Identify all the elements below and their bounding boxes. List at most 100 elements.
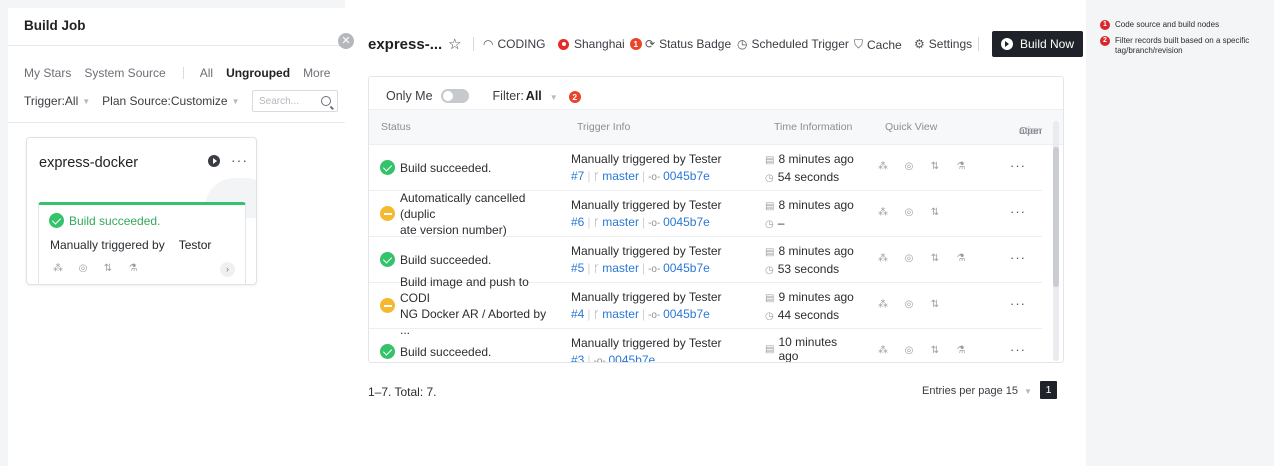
- artifact-icon[interactable]: ◎: [903, 161, 915, 173]
- search-input[interactable]: Search...: [252, 90, 338, 112]
- build-number-link[interactable]: #7: [571, 169, 584, 183]
- more-icon[interactable]: ···: [1010, 158, 1026, 173]
- row-refs: #5 | ᚴ master | -o- 0045b7e: [571, 261, 710, 275]
- artifact-icon[interactable]: ◎: [903, 345, 915, 357]
- merge-icon[interactable]: ⇅: [929, 253, 941, 265]
- merge-icon[interactable]: ⇅: [929, 207, 941, 219]
- cache-button[interactable]: ⛉ Cache: [854, 37, 902, 52]
- job-detail: express-... ☆ ◠ CODING Shanghai 1 ⟳ Status …: [345, 0, 1086, 466]
- status-badge-button[interactable]: ⟳ Status Badge: [645, 37, 731, 51]
- trigger-filter-label: Trigger:: [24, 94, 65, 108]
- source-link[interactable]: ◠ CODING: [483, 37, 545, 51]
- row-trigger: Manually triggered by Tester #3 | -o- 0045b…: [571, 335, 722, 362]
- star-icon[interactable]: ☆: [448, 35, 461, 53]
- filter-select[interactable]: Filter: All ▼ 2: [493, 89, 581, 103]
- merge-icon[interactable]: ⇅: [929, 299, 941, 311]
- pipeline-icon[interactable]: ⁂: [52, 263, 64, 275]
- row-duration: 53 seconds: [777, 262, 840, 276]
- trigger-filter-select[interactable]: All: [65, 94, 78, 108]
- branch-link[interactable]: master: [602, 261, 639, 275]
- table-row[interactable]: Build succeeded. Manually triggered by T…: [369, 145, 1042, 191]
- merge-icon[interactable]: ⇅: [929, 345, 941, 357]
- branch-link[interactable]: master: [602, 307, 639, 321]
- success-icon: [380, 344, 395, 359]
- row-status: Build image and push to CODI NG Docker AR…: [380, 275, 550, 337]
- job-header: express-... ☆ ◠ CODING Shanghai 1 ⟳ Status …: [345, 0, 1086, 88]
- last-build-summary[interactable]: Build succeeded. Manually triggered by Te…: [38, 202, 246, 284]
- row-status: Build succeeded.: [380, 329, 550, 362]
- tab-ungrouped[interactable]: Ungrouped: [226, 66, 290, 80]
- test-icon[interactable]: ⚗: [127, 263, 139, 275]
- scheduled-trigger-button[interactable]: ◷ Scheduled Trigger: [737, 37, 849, 51]
- branch-link[interactable]: master: [602, 169, 639, 183]
- artifact-icon[interactable]: ◎: [903, 299, 915, 311]
- more-icon[interactable]: ···: [1010, 342, 1026, 357]
- chevron-right-icon[interactable]: ›: [220, 262, 235, 277]
- clock-icon: ◷: [737, 37, 748, 51]
- branch-link[interactable]: master: [602, 215, 639, 229]
- row-status-text: Build succeeded.: [400, 160, 492, 175]
- row-status-text: Automatically cancelled (duplic ate versi…: [400, 190, 550, 238]
- test-icon[interactable]: ⚗: [955, 253, 967, 265]
- calendar-icon: ▤: [765, 293, 775, 304]
- commit-link[interactable]: 0045b7e: [663, 215, 710, 229]
- pipeline-icon[interactable]: ⁂: [877, 161, 889, 173]
- more-icon[interactable]: ···: [1010, 250, 1026, 265]
- artifact-icon[interactable]: ◎: [903, 253, 915, 265]
- row-refs: #7 | ᚴ master | -o- 0045b7e: [571, 169, 710, 183]
- tab-my-stars[interactable]: My Stars: [24, 66, 71, 80]
- clock-icon: ◷: [765, 265, 774, 276]
- artifact-icon[interactable]: ◎: [77, 263, 89, 275]
- job-filters: Trigger: All ▼ Plan Source: Customize ▼ …: [24, 90, 338, 112]
- page-size-select[interactable]: Entries per page 15 ▼: [922, 385, 1032, 397]
- commit-link[interactable]: 0045b7e: [663, 261, 710, 275]
- build-number-link[interactable]: #6: [571, 215, 584, 229]
- more-icon[interactable]: ···: [1010, 296, 1026, 311]
- page-button[interactable]: 1: [1040, 381, 1057, 399]
- settings-button[interactable]: ⚙ Settings: [914, 37, 972, 51]
- close-icon[interactable]: ✕: [338, 33, 354, 49]
- artifact-icon[interactable]: ◎: [903, 207, 915, 219]
- table-row[interactable]: Automatically cancelled (duplic ate versi…: [369, 191, 1042, 237]
- pipeline-icon[interactable]: ⁂: [877, 253, 889, 265]
- more-icon[interactable]: ···: [1010, 204, 1026, 219]
- more-icon[interactable]: ···: [231, 152, 248, 168]
- commit-link[interactable]: 0045b7e: [608, 353, 655, 362]
- tab-all[interactable]: All: [200, 66, 213, 80]
- badge-icon: ⟳: [645, 37, 656, 51]
- plan-source-select[interactable]: Customize: [171, 94, 228, 108]
- table-row[interactable]: Build image and push to CODI NG Docker AR…: [369, 275, 1042, 337]
- row-status-line1: Build image and push to CODI: [400, 274, 529, 305]
- only-me-toggle[interactable]: [440, 89, 469, 103]
- row-start-time: 8 minutes ago: [778, 198, 854, 212]
- table-scrollbar[interactable]: [1053, 121, 1059, 361]
- cancelled-icon: [380, 206, 395, 221]
- row-refs: #4 | ᚴ master | -o- 0045b7e: [571, 307, 710, 321]
- row-trigger: Manually triggered by Tester #6 | ᚴ master |…: [571, 197, 722, 232]
- calendar-icon: ▤: [765, 247, 775, 258]
- job-card[interactable]: express-docker ··· Build succeeded. Manu…: [26, 137, 257, 285]
- pipeline-icon[interactable]: ⁂: [877, 207, 889, 219]
- build-now-button[interactable]: Build Now: [992, 31, 1083, 57]
- pipeline-icon[interactable]: ⁂: [877, 299, 889, 311]
- commit-link[interactable]: 0045b7e: [663, 169, 710, 183]
- build-status: Build succeeded.: [49, 213, 160, 228]
- table-row[interactable]: Build succeeded. Manually triggered by T…: [369, 329, 1042, 362]
- branch-icon: ᚴ: [593, 264, 603, 275]
- clock-icon: ◷: [765, 219, 774, 230]
- build-number-link[interactable]: #3: [571, 353, 584, 362]
- merge-icon[interactable]: ⇅: [929, 161, 941, 173]
- commit-link[interactable]: 0045b7e: [663, 307, 710, 321]
- row-start-time: 8 minutes ago: [778, 244, 854, 258]
- test-icon[interactable]: ⚗: [955, 161, 967, 173]
- build-number-link[interactable]: #4: [571, 307, 584, 321]
- test-icon[interactable]: ⚗: [955, 345, 967, 357]
- region-selector[interactable]: Shanghai 1: [558, 37, 642, 51]
- run-icon[interactable]: [208, 155, 220, 167]
- merge-icon[interactable]: ⇅: [102, 263, 114, 275]
- tab-system-source[interactable]: System Source: [84, 66, 165, 80]
- build-records: Only Me Filter: All ▼ 2 Status Trigger Info…: [368, 76, 1064, 363]
- pipeline-icon[interactable]: ⁂: [877, 345, 889, 357]
- callout-note: 2 Filter records built based on a specifi…: [1100, 36, 1270, 55]
- build-number-link[interactable]: #5: [571, 261, 584, 275]
